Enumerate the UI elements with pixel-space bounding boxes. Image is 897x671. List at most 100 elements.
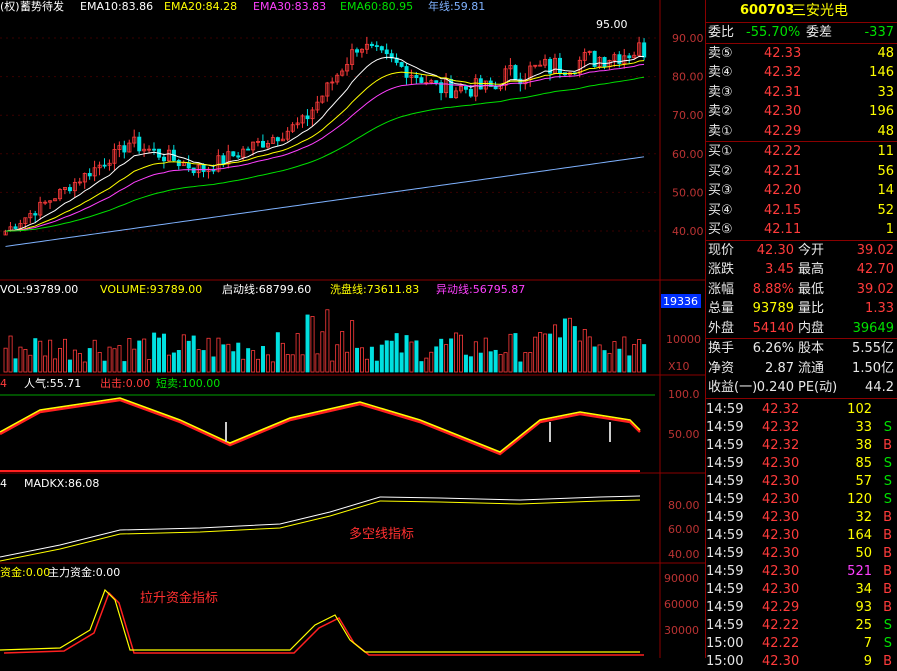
- volume-bar: [434, 346, 439, 373]
- volume-bar: [122, 361, 127, 373]
- stat-value: 39.02: [856, 242, 894, 258]
- abnormal-line-label: 异动线:56795.87: [436, 282, 525, 296]
- tick-volume: 521: [847, 563, 872, 579]
- candle-body: [463, 86, 468, 90]
- volume-bar: [478, 352, 483, 373]
- volume-bars[interactable]: [3, 309, 647, 373]
- candle-body: [369, 43, 374, 46]
- volume-bar: [637, 339, 642, 373]
- high-price-marker: 95.00: [596, 18, 628, 31]
- tick-time: 14:59: [706, 419, 744, 435]
- short-sell-label: 短卖:100.00: [156, 376, 220, 390]
- ema-line: [5, 55, 645, 232]
- tick-price: 42.32: [762, 419, 800, 435]
- tick-direction: B: [883, 599, 892, 615]
- stat-value: 3.45: [765, 262, 794, 277]
- candle-body: [231, 151, 236, 157]
- tick-volume: 7: [863, 635, 872, 651]
- tick-list[interactable]: 14:59 42.32 102 14:59 42.32 33 S 14:59 42.32 38 B 1…: [706, 397, 897, 671]
- madkx-white-line: [0, 495, 641, 558]
- candle-body: [493, 86, 498, 90]
- volume-bar: [528, 352, 533, 373]
- tick-price: 42.30: [762, 455, 800, 471]
- ask-volume: 196: [869, 104, 894, 119]
- bid-label: 买①: [708, 144, 733, 159]
- chart-canvas[interactable]: (权) 蓄势待发 EMA10:83.86 EMA20:84.28 EMA30:8…: [0, 0, 705, 658]
- volume-bar: [424, 357, 429, 373]
- tick-price: 42.30: [762, 653, 800, 669]
- volume-bar: [335, 344, 340, 373]
- stat-value: 39649: [852, 320, 894, 336]
- tick-price: 42.30: [762, 491, 800, 507]
- volume-bar: [493, 349, 498, 373]
- tick-time: 14:59: [706, 473, 744, 489]
- volume-bar: [157, 337, 162, 373]
- volume-bar: [8, 335, 13, 373]
- tick-time: 14:59: [706, 617, 744, 633]
- stat-row: 涨幅 8.88% 最低 39.02: [706, 280, 897, 300]
- bid-volume: 11: [877, 144, 894, 159]
- stat-value: 54140: [752, 320, 794, 336]
- ema60-label: EMA60:80.95: [340, 0, 413, 13]
- candle-body: [87, 173, 92, 177]
- kline-chart-area[interactable]: (权) 蓄势待发 EMA10:83.86 EMA20:84.28 EMA30:8…: [0, 0, 705, 658]
- bid-price: 42.11: [764, 222, 802, 237]
- stock-header[interactable]: 600703 三安光电: [706, 0, 897, 22]
- tick-row: 14:59 42.30 85 S: [706, 455, 897, 473]
- candle-body: [137, 136, 142, 152]
- candle-body: [201, 164, 206, 172]
- price-axis: 90.00 80.00 70.00 60.00 50.00 40.00: [672, 32, 704, 238]
- stat-value: 44.2: [865, 380, 894, 395]
- madkx-yellow-line: [0, 499, 641, 562]
- volume-bar: [142, 338, 147, 373]
- volume-bar: [256, 358, 261, 373]
- indicator-title[interactable]: 蓄势待发: [20, 0, 64, 13]
- wei-cha-value: -337: [864, 25, 894, 40]
- volume-bar: [82, 361, 87, 373]
- volume-bar: [251, 350, 256, 373]
- tick-direction: S: [883, 473, 892, 489]
- tick-time: 14:59: [706, 545, 744, 561]
- stat-value: 0.240: [756, 380, 794, 395]
- volume-bar: [77, 353, 82, 373]
- tick-time: 15:00: [706, 635, 744, 651]
- volume-bar: [350, 320, 355, 373]
- fund-prefix: 资金:0.00: [0, 565, 50, 579]
- tick-row: 14:59 42.32 38 B: [706, 437, 897, 455]
- tick-direction: B: [883, 581, 892, 597]
- volume-bar: [483, 337, 488, 373]
- volume-bar: [132, 348, 137, 373]
- ask-volume: 48: [877, 45, 894, 61]
- volume-bar: [498, 354, 503, 373]
- volume-bar: [612, 341, 617, 373]
- volume-bar: [359, 347, 364, 373]
- tick-time: 14:59: [706, 563, 744, 579]
- price-axis-tick: 70.00: [672, 109, 704, 122]
- quote-panel: 600703 三安光电 委比 -55.70% 委差 -337 卖⑤ 42.33 48…: [705, 0, 897, 669]
- ask-level-row: 卖④ 42.32 146: [706, 63, 897, 83]
- popularity-red-line: [0, 398, 641, 456]
- tick-row: 14:59 42.30 32 B: [706, 509, 897, 527]
- volume-bar: [236, 342, 241, 373]
- stat-label: 最高: [798, 262, 825, 277]
- tick-direction: B: [883, 563, 892, 579]
- volume-bar: [53, 358, 58, 373]
- volume-bar: [147, 359, 152, 373]
- ask-volume: 48: [877, 123, 894, 139]
- tick-price: 42.30: [762, 473, 800, 489]
- volume-bar: [538, 332, 543, 373]
- candle-body: [434, 80, 439, 83]
- volume-bar: [161, 333, 166, 373]
- tick-time: 14:59: [706, 437, 744, 453]
- stat-label: 量比: [798, 301, 825, 316]
- wei-bi-row: 委比 -55.70% 委差 -337: [706, 22, 897, 43]
- volume-bar: [206, 337, 211, 373]
- volume-bar: [572, 326, 577, 373]
- fund-lines: [0, 588, 644, 656]
- price-axis-tick: 80.00: [672, 71, 704, 84]
- tick-row: 14:59 42.32 102: [706, 401, 897, 419]
- vol-axis-unit: X10: [668, 360, 690, 373]
- candle-body: [602, 57, 607, 68]
- tick-price: 42.30: [762, 527, 800, 543]
- volume-bar: [63, 338, 68, 373]
